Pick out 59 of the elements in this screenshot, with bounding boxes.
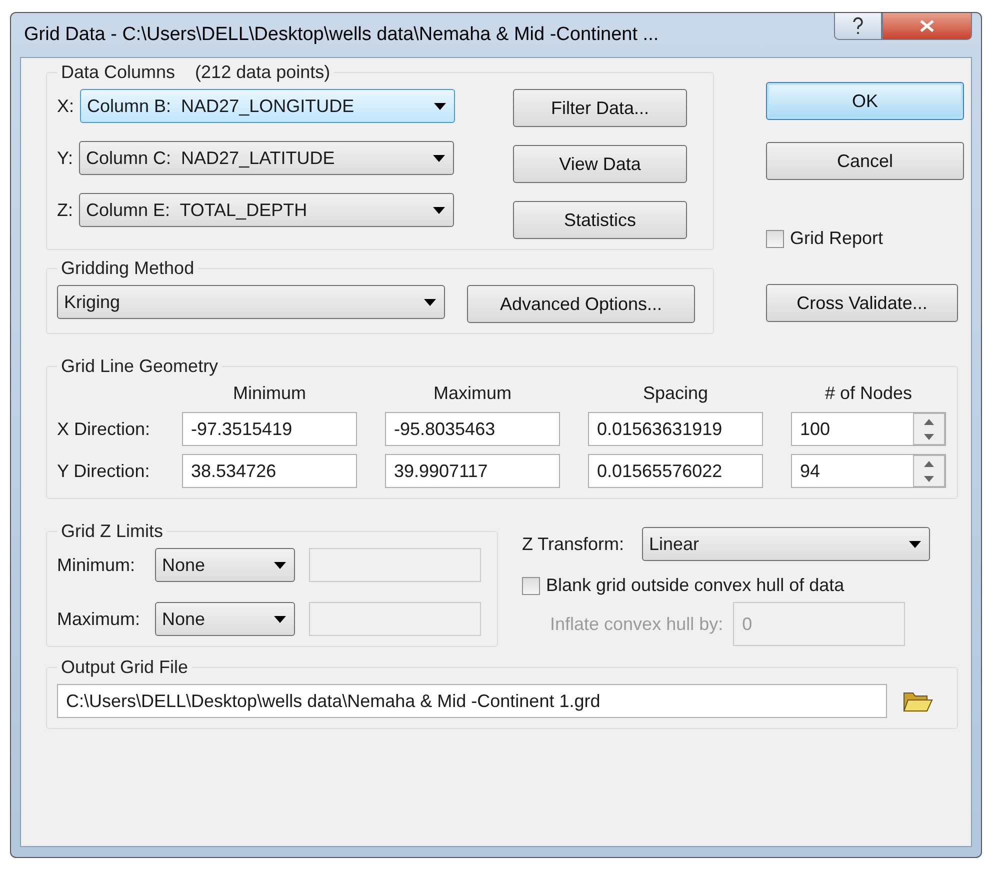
data-button[interactable]: View Data bbox=[513, 145, 688, 183]
group-title: Grid Z Limits bbox=[61, 521, 164, 541]
limit-label: Maximum: bbox=[57, 608, 142, 630]
limit-dropdown[interactable]: None bbox=[155, 602, 295, 636]
close-button[interactable] bbox=[882, 13, 972, 40]
spinner-arrows-icon[interactable] bbox=[913, 413, 945, 445]
data-button[interactable]: Filter Data... bbox=[513, 89, 688, 127]
limit-dropdown[interactable]: None bbox=[155, 548, 295, 582]
dropdown-arrow-icon bbox=[433, 154, 446, 162]
axis-label: Z: bbox=[57, 200, 73, 220]
cross-validate-button[interactable]: Cross Validate... bbox=[766, 284, 958, 322]
number-field[interactable]: 0.01565576022 bbox=[588, 454, 763, 488]
checkbox-label: Blank grid outside convex hull of data bbox=[546, 575, 844, 596]
spinner-arrows-icon[interactable] bbox=[913, 455, 945, 487]
advanced-options-button[interactable]: Advanced Options... bbox=[467, 285, 695, 323]
axis-label: Y: bbox=[57, 148, 74, 168]
dropdown-arrow-icon bbox=[274, 616, 286, 622]
group-title: Data Columns (212 data points) bbox=[61, 62, 330, 82]
dropdown-arrow-icon bbox=[433, 206, 445, 214]
nodes-spin-field[interactable]: 100 bbox=[791, 412, 946, 446]
group-title: Output Grid File bbox=[61, 657, 188, 677]
number-field[interactable]: -95.8035463 bbox=[385, 412, 560, 446]
number-field[interactable]: -97.3515419 bbox=[182, 412, 357, 446]
close-icon bbox=[920, 20, 934, 32]
dialog-button[interactable]: Cancel bbox=[766, 142, 964, 180]
number-field[interactable]: 39.9907117 bbox=[385, 454, 560, 488]
limit-label: Minimum: bbox=[57, 554, 136, 576]
row-label: Y Direction: bbox=[57, 460, 151, 482]
inflate-label: Inflate convex hull by: bbox=[550, 614, 724, 634]
z-transform-label: Z Transform: bbox=[522, 534, 624, 554]
column-header: Minimum bbox=[232, 383, 307, 404]
dropdown-arrow-icon bbox=[434, 102, 446, 110]
column-dropdown[interactable]: Column C: NAD27_LATITUDE bbox=[79, 141, 454, 175]
number-field[interactable]: 38.534726 bbox=[182, 454, 357, 488]
dialog-button[interactable]: OK bbox=[766, 82, 964, 120]
data-button[interactable]: Statistics bbox=[513, 201, 688, 239]
file-path-field[interactable]: C:\Users\DELL\Desktop\wells data\Nemaha & Mid -Continent 1.grd bbox=[57, 684, 887, 718]
z-transform-dropdown[interactable]: Linear bbox=[642, 527, 930, 561]
number-field[interactable]: 0.01563631919 bbox=[588, 412, 763, 446]
group-title: Gridding Method bbox=[61, 258, 194, 278]
dropdown-arrow-icon bbox=[424, 298, 436, 306]
checkbox[interactable] bbox=[522, 576, 540, 594]
window-title: Grid Data - C:\Users\DELL\Desktop\wells data\Nemaha & Mid -Continent ... bbox=[23, 24, 659, 46]
column-header: Spacing bbox=[642, 383, 710, 404]
column-dropdown[interactable]: Column B: NAD27_LONGITUDE bbox=[80, 89, 456, 123]
nodes-spin-field[interactable]: 94 bbox=[791, 454, 946, 488]
checkbox[interactable] bbox=[766, 230, 784, 248]
column-dropdown[interactable]: Column E: TOTAL_DEPTH bbox=[79, 193, 454, 227]
column-header: # of Nodes bbox=[824, 383, 914, 404]
method-dropdown[interactable]: Kriging bbox=[57, 285, 445, 319]
help-icon bbox=[852, 17, 864, 35]
checkbox-label: Grid Report bbox=[790, 228, 884, 249]
help-button[interactable] bbox=[834, 13, 882, 40]
dropdown-arrow-icon bbox=[274, 562, 286, 568]
column-header: Maximum bbox=[432, 383, 512, 404]
axis-label: X: bbox=[57, 96, 74, 116]
group-title: Grid Line Geometry bbox=[61, 356, 218, 376]
dropdown-arrow-icon bbox=[909, 540, 922, 548]
row-label: X Direction: bbox=[57, 418, 152, 440]
